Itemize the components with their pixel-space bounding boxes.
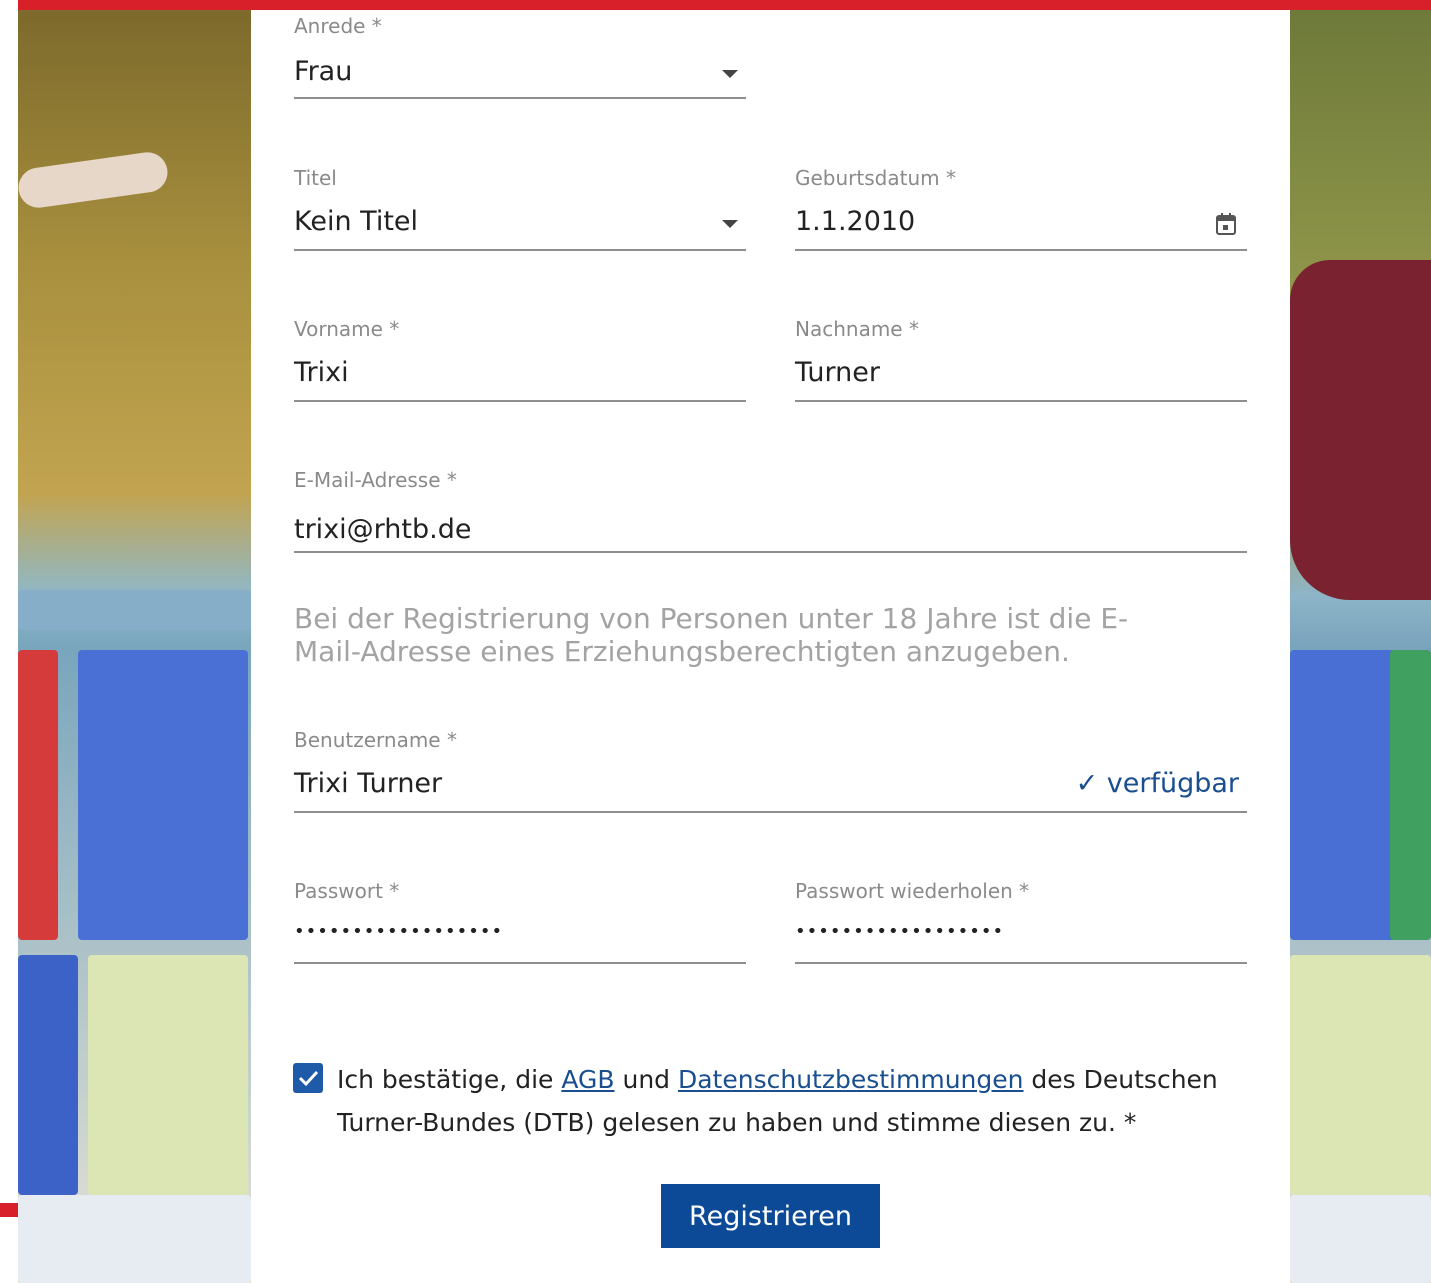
birthdate-label: Geburtsdatum *	[795, 166, 956, 190]
last-name-underline	[795, 400, 1247, 402]
password-underline	[294, 962, 746, 964]
birthdate-field[interactable]: Geburtsdatum * 1.1.2010	[795, 166, 1247, 252]
gymnast-leotard	[1290, 260, 1431, 600]
title-value: Kein Titel	[294, 206, 419, 237]
checkmark-icon	[298, 1070, 319, 1087]
title-underline	[294, 249, 746, 251]
password-repeat-field[interactable]: Passwort wiederholen * •••••••••••••••••…	[795, 879, 1247, 965]
last-name-field[interactable]: Nachname * Turner	[795, 317, 1247, 403]
bg-green-panel-right	[1390, 650, 1431, 940]
first-name-field[interactable]: Vorname * Trixi	[294, 317, 746, 403]
privacy-link[interactable]: Datenschutzbestimmungen	[678, 1065, 1024, 1094]
registration-form: Anrede * Frau Titel Kein Titel Geburtsda…	[251, 10, 1290, 1283]
salutation-underline	[294, 97, 746, 99]
password-field[interactable]: Passwort * ••••••••••••••••••	[294, 879, 746, 965]
bg-blue-panel-2	[18, 955, 78, 1195]
username-value: Trixi Turner	[294, 768, 443, 799]
birthdate-underline	[795, 249, 1247, 251]
background-photo-right	[1290, 10, 1431, 1283]
first-name-value: Trixi	[294, 357, 349, 388]
birthdate-value: 1.1.2010	[795, 206, 916, 237]
registration-page: Anrede * Frau Titel Kein Titel Geburtsda…	[0, 0, 1431, 1283]
title-label: Titel	[294, 166, 337, 190]
email-hint: Bei der Registrierung von Personen unter…	[294, 602, 1129, 668]
bg-blue-panel	[78, 650, 248, 940]
username-field[interactable]: Benutzername * Trixi Turner ✓ verfügbar	[294, 728, 1247, 814]
email-underline	[294, 551, 1247, 553]
username-available-status: ✓ verfügbar	[1075, 768, 1239, 799]
register-button[interactable]: Registrieren	[661, 1184, 880, 1248]
calendar-icon[interactable]	[1215, 212, 1237, 240]
consent-checkbox[interactable]	[293, 1063, 323, 1093]
consent-text-and: und	[614, 1065, 678, 1094]
consent-text: Ich bestätige, die AGB und Datenschutzbe…	[337, 1058, 1237, 1144]
password-repeat-underline	[795, 962, 1247, 964]
email-field[interactable]: E-Mail-Adresse * trixi@rhtb.de	[294, 468, 1247, 554]
chevron-down-icon	[722, 220, 738, 228]
salutation-value: Frau	[294, 56, 353, 87]
background-photo-left	[18, 10, 251, 1283]
username-underline	[294, 811, 1247, 813]
bg-light-panel-right	[1290, 955, 1431, 1195]
first-name-underline	[294, 400, 746, 402]
agb-link[interactable]: AGB	[561, 1065, 614, 1094]
username-label: Benutzername *	[294, 728, 457, 752]
title-select[interactable]: Titel Kein Titel	[294, 166, 746, 252]
red-accent-tab	[0, 1203, 18, 1217]
password-repeat-label: Passwort wiederholen *	[795, 879, 1030, 903]
email-value: trixi@rhtb.de	[294, 514, 472, 545]
email-label: E-Mail-Adresse *	[294, 468, 457, 492]
top-accent-bar	[18, 0, 1431, 10]
password-value: ••••••••••••••••••	[294, 921, 504, 942]
chevron-down-icon	[722, 70, 738, 78]
first-name-label: Vorname *	[294, 317, 400, 341]
gymnast-arm	[18, 149, 171, 211]
bg-light-panel	[88, 955, 248, 1195]
consent-text-before: Ich bestätige, die	[337, 1065, 562, 1094]
page-left-margin	[0, 0, 18, 1283]
bg-floor	[18, 1195, 251, 1283]
password-repeat-value: ••••••••••••••••••	[795, 921, 1005, 942]
bg-red-panel	[18, 650, 58, 940]
bg-floor-right	[1290, 1195, 1431, 1283]
salutation-select[interactable]: Anrede * Frau	[294, 14, 746, 100]
bg-blue-stripe	[18, 590, 251, 630]
last-name-label: Nachname *	[795, 317, 919, 341]
last-name-value: Turner	[795, 357, 880, 388]
password-label: Passwort *	[294, 879, 400, 903]
salutation-label: Anrede *	[294, 14, 382, 38]
